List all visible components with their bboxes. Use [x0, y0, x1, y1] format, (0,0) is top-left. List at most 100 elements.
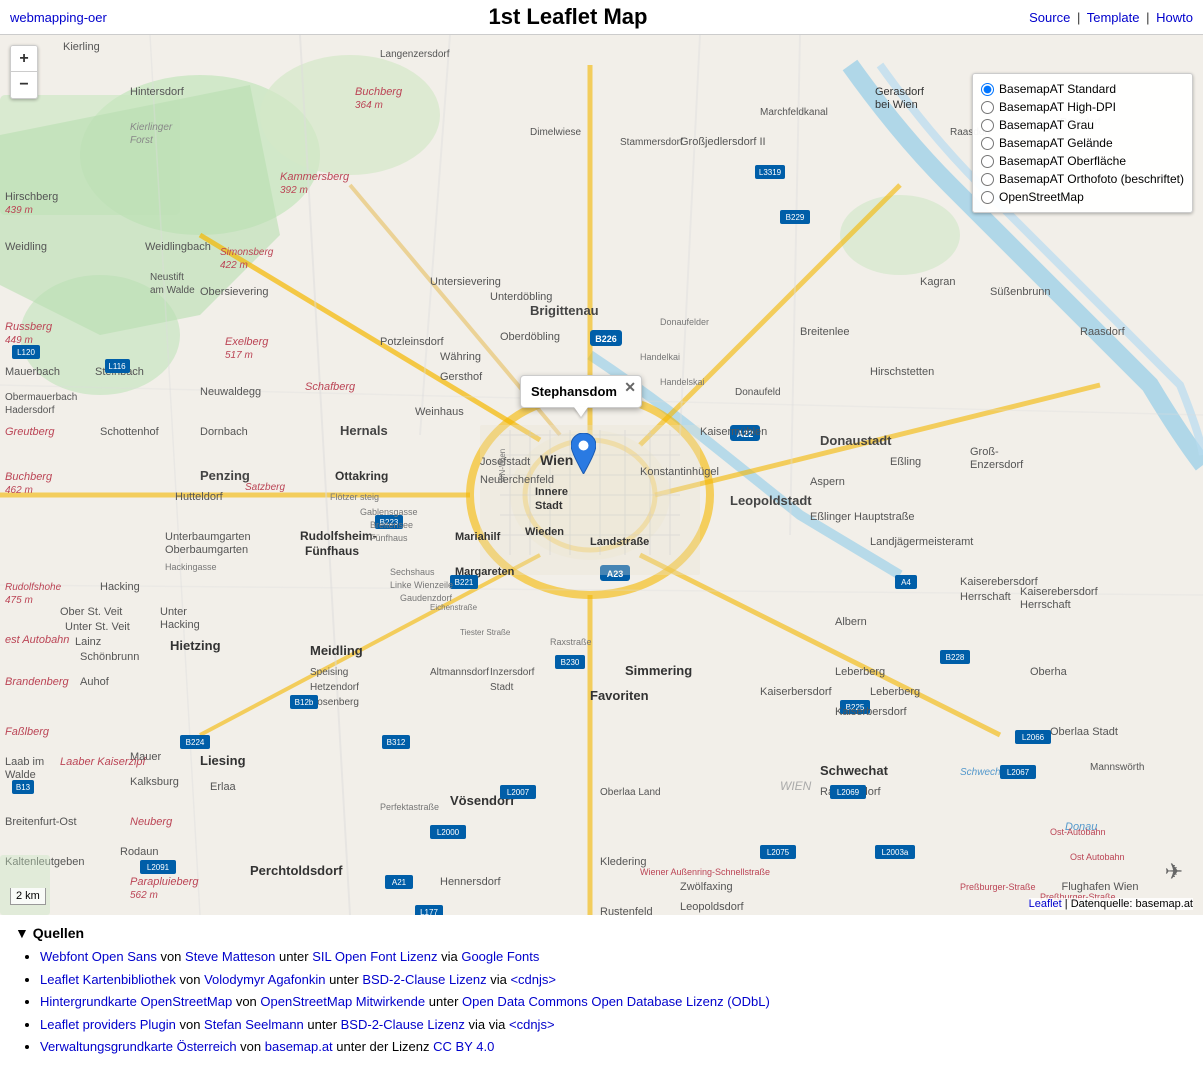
layer-radio-basemapat-oberflaeche[interactable] [981, 155, 994, 168]
layer-option-basemapat-highdpi[interactable]: BasemapAT High-DPI [981, 98, 1184, 116]
layer-option-openstreetmap[interactable]: OpenStreetMap [981, 188, 1184, 206]
svg-text:bei Wien: bei Wien [875, 99, 918, 111]
layer-label-openstreetmap: OpenStreetMap [999, 190, 1084, 204]
howto-link[interactable]: Howto [1156, 10, 1193, 25]
svg-text:Oberlaa Land: Oberlaa Land [600, 787, 661, 798]
svg-text:Kammersberg: Kammersberg [280, 171, 350, 183]
source-link[interactable]: BSD-2-Clause Lizenz [341, 1017, 465, 1032]
sources-list: Webfont Open Sans von Steve Matteson unt… [15, 947, 1188, 1057]
svg-text:Lainz: Lainz [75, 636, 101, 648]
svg-text:Mannswörth: Mannswörth [1090, 762, 1144, 773]
source-link[interactable]: Steve Matteson [185, 949, 275, 964]
svg-text:Kagran: Kagran [920, 276, 955, 288]
svg-text:Zwölfaxing: Zwölfaxing [680, 881, 733, 893]
layer-radio-openstreetmap[interactable] [981, 191, 994, 204]
source-link[interactable]: Volodymyr Agafonkin [204, 972, 325, 987]
source-link[interactable]: Leaflet Kartenbibliothek [40, 972, 176, 987]
source-link[interactable]: <cdnjs> [510, 972, 556, 987]
source-link[interactable]: basemap.at [265, 1039, 333, 1054]
source-link[interactable]: Open Data Commons Open Database Lizenz (… [462, 994, 770, 1009]
source-link[interactable]: Webfont Open Sans [40, 949, 157, 964]
layer-option-basemapat-gelaende[interactable]: BasemapAT Gelände [981, 134, 1184, 152]
svg-text:Fünfhaus: Fünfhaus [305, 544, 359, 558]
svg-text:L120: L120 [17, 348, 35, 357]
layer-option-basemapat-oberflaeche[interactable]: BasemapAT Oberfläche [981, 152, 1184, 170]
svg-text:Dimelwiese: Dimelwiese [530, 127, 582, 138]
source-link[interactable]: BSD-2-Clause Lizenz [362, 972, 486, 987]
svg-text:Eßling: Eßling [890, 456, 921, 468]
svg-text:Buchberg: Buchberg [5, 471, 53, 483]
source-link[interactable]: Leaflet providers Plugin [40, 1017, 176, 1032]
layer-radio-basemapat-orthofoto[interactable] [981, 173, 994, 186]
popup-title: Stephansdom [531, 384, 617, 399]
svg-text:Neulerchenfeld: Neulerchenfeld [480, 474, 554, 486]
layer-radio-basemapat-gelaende[interactable] [981, 137, 994, 150]
svg-text:Schwechat: Schwechat [820, 763, 889, 778]
site-name-link[interactable]: webmapping-oer [10, 10, 107, 25]
svg-text:Hackingasse: Hackingasse [165, 562, 217, 572]
svg-text:B13: B13 [16, 783, 31, 792]
layer-option-basemapat-grau[interactable]: BasemapAT Grau [981, 116, 1184, 134]
layer-option-basemapat-orthofoto[interactable]: BasemapAT Orthofoto (beschriftet) [981, 170, 1184, 188]
svg-text:Süßenbrunn: Süßenbrunn [990, 286, 1051, 298]
svg-text:Stadt: Stadt [535, 500, 563, 512]
site-name[interactable]: webmapping-oer [10, 10, 107, 25]
svg-text:Oberdöbling: Oberdöbling [500, 331, 560, 343]
svg-text:WN-Wien: WN-Wien [498, 449, 507, 483]
layer-radio-basemapat-standard[interactable] [981, 83, 994, 96]
svg-text:Stammersdorf: Stammersdorf [620, 137, 683, 148]
zoom-in-button[interactable]: + [11, 46, 37, 72]
svg-text:Hadersdorf: Hadersdorf [5, 405, 55, 416]
svg-text:Leopoldstadt: Leopoldstadt [730, 493, 812, 508]
svg-text:L2066: L2066 [1022, 733, 1045, 742]
source-link[interactable]: <cdnjs> [509, 1017, 555, 1032]
layer-option-basemapat-standard[interactable]: BasemapAT Standard [981, 80, 1184, 98]
svg-text:Innere: Innere [535, 486, 568, 498]
source-link[interactable]: SIL Open Font Lizenz [312, 949, 437, 964]
svg-text:Marchfeldkanal: Marchfeldkanal [760, 107, 828, 118]
layer-radio-basemapat-grau[interactable] [981, 119, 994, 132]
svg-text:Kaiserbersdorf: Kaiserbersdorf [835, 706, 907, 718]
svg-text:Liesing: Liesing [200, 753, 246, 768]
svg-text:Kierling: Kierling [63, 41, 100, 53]
source-link[interactable]: CC BY 4.0 [433, 1039, 494, 1054]
source-link[interactable]: Source [1029, 10, 1070, 25]
source-text: unter der Lizenz [333, 1039, 433, 1054]
svg-text:Kaiserbersdorf: Kaiserbersdorf [760, 686, 832, 698]
svg-text:Kaiserebersdorf: Kaiserebersdorf [1020, 586, 1099, 598]
source-text: unter [304, 1017, 341, 1032]
svg-text:L2069: L2069 [837, 788, 860, 797]
map-marker[interactable] [571, 433, 596, 477]
svg-text:Hetzendorf: Hetzendorf [310, 682, 359, 693]
source-item-4: Verwaltungsgrundkarte Österreich von bas… [40, 1037, 1188, 1057]
svg-text:562 m: 562 m [130, 890, 158, 901]
svg-text:Hutteldorf: Hutteldorf [175, 491, 224, 503]
template-link[interactable]: Template [1087, 10, 1140, 25]
leaflet-link[interactable]: Leaflet [1029, 898, 1062, 910]
svg-text:Hirschstetten: Hirschstetten [870, 366, 934, 378]
svg-text:Sechshaus: Sechshaus [390, 567, 435, 577]
layer-radio-basemapat-highdpi[interactable] [981, 101, 994, 114]
zoom-out-button[interactable]: − [11, 72, 37, 98]
svg-text:Enzersdorf: Enzersdorf [970, 459, 1024, 471]
svg-text:Konstantinhügel: Konstantinhügel [640, 466, 719, 478]
layer-label-basemapat-oberflaeche: BasemapAT Oberfläche [999, 154, 1126, 168]
map-attribution: Leaflet | Datenquelle: basemap.at [1029, 898, 1193, 910]
svg-text:Potzleinsdorf: Potzleinsdorf [380, 336, 445, 348]
source-link[interactable]: Google Fonts [461, 949, 539, 964]
svg-text:Landstraße: Landstraße [590, 536, 649, 548]
source-link[interactable]: Hintergrundkarte OpenStreetMap [40, 994, 232, 1009]
map-container[interactable]: A22 A23 B226 [0, 35, 1203, 915]
source-link[interactable]: Stefan Seelmann [204, 1017, 304, 1032]
source-text: von [176, 972, 204, 987]
source-link[interactable]: Verwaltungsgrundkarte Österreich [40, 1039, 237, 1054]
source-text: via via [465, 1017, 509, 1032]
sources-toggle[interactable]: ▼ Quellen [15, 925, 1188, 941]
svg-text:Donaufeld: Donaufeld [735, 387, 781, 398]
svg-text:L2003a: L2003a [882, 848, 909, 857]
source-link[interactable]: OpenStreetMap Mitwirkende [260, 994, 425, 1009]
svg-text:422 m: 422 m [220, 260, 248, 271]
layer-label-basemapat-orthofoto: BasemapAT Orthofoto (beschriftet) [999, 172, 1184, 186]
popup-close[interactable]: ✕ [624, 380, 636, 394]
svg-text:Meidling: Meidling [310, 643, 363, 658]
